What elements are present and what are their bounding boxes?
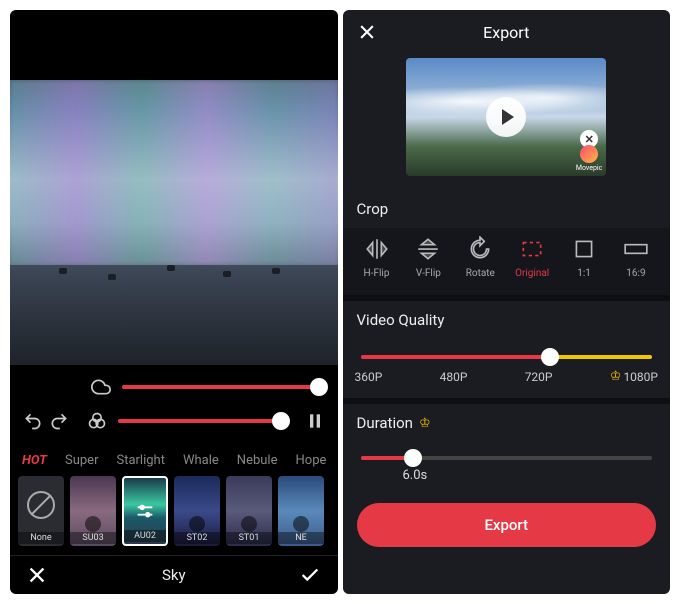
duration-slider[interactable] [361, 456, 653, 460]
thumb-ne[interactable]: NE [278, 476, 324, 546]
crop-vflip[interactable]: V-Flip [404, 236, 452, 279]
thumb-su03[interactable]: SU03 [70, 476, 116, 546]
duration-title: Duration ♔ [343, 404, 671, 442]
image-preview[interactable] [10, 80, 338, 365]
play-button[interactable] [486, 97, 526, 137]
crop-rotate[interactable]: Rotate [456, 236, 504, 279]
quality-labels: 360P 480P 720P ♔1080P [343, 369, 671, 398]
section-title: Sky [162, 566, 186, 584]
quality-slider[interactable] [361, 355, 653, 359]
tab-starlight[interactable]: Starlight [116, 453, 164, 468]
tab-hot[interactable]: HOT [22, 453, 47, 468]
close-button[interactable] [357, 22, 377, 42]
intensity-slider[interactable] [118, 419, 282, 423]
hflip-icon [364, 236, 390, 262]
undo-button[interactable] [22, 410, 44, 432]
export-preview[interactable]: ✕ Movepic [406, 58, 606, 176]
crop-1-1[interactable]: 1:1 [560, 236, 608, 279]
thumb-au02[interactable]: AU02 [122, 476, 168, 546]
cloud-icon [90, 376, 112, 398]
opacity-slider[interactable] [122, 385, 320, 389]
editor-panel: HOT Super Starlight Whale Nebule Hope No… [10, 10, 338, 594]
redo-button[interactable] [48, 410, 70, 432]
download-icon [293, 516, 309, 532]
vflip-icon [415, 236, 441, 262]
export-panel: Export ✕ Movepic Crop H-Flip V-Flip R [343, 10, 671, 594]
watermark-logo: Movepic [576, 145, 602, 172]
crop-title: Crop [343, 190, 671, 228]
thumb-st02[interactable]: ST02 [174, 476, 220, 546]
export-button[interactable]: Export [357, 503, 657, 547]
crop-hflip[interactable]: H-Flip [353, 236, 401, 279]
crop-16-9[interactable]: 16:9 [612, 236, 660, 279]
download-icon [85, 516, 101, 532]
thumb-none[interactable]: None [18, 476, 64, 546]
download-icon [241, 516, 257, 532]
crop-options: H-Flip V-Flip Rotate Original 1:1 16:9 [343, 228, 671, 295]
pause-button[interactable] [304, 410, 326, 432]
tab-whale[interactable]: Whale [183, 453, 219, 468]
tab-super[interactable]: Super [65, 453, 98, 468]
cancel-button[interactable] [26, 564, 48, 586]
rotate-icon [467, 236, 493, 262]
crown-icon: ♔ [419, 416, 431, 431]
adjust-icon [134, 500, 156, 522]
thumb-st01[interactable]: ST01 [226, 476, 272, 546]
quality-title: Video Quality [343, 301, 671, 339]
crop-original[interactable]: Original [508, 236, 556, 279]
filter-icon [86, 410, 108, 432]
crown-icon: ♔ [610, 369, 622, 384]
duration-value: 6.0s [343, 468, 671, 497]
category-tabs: HOT Super Starlight Whale Nebule Hope [10, 447, 338, 472]
tab-nebule[interactable]: Nebule [237, 453, 278, 468]
wide-icon [623, 236, 649, 262]
download-icon [189, 516, 205, 532]
effect-thumbnails: None SU03 AU02 ST02 ST01 NE [10, 472, 338, 554]
confirm-button[interactable] [299, 564, 321, 586]
original-icon [519, 236, 545, 262]
panel-title: Export [377, 23, 637, 42]
tab-hope[interactable]: Hope [296, 453, 327, 468]
square-icon [571, 236, 597, 262]
